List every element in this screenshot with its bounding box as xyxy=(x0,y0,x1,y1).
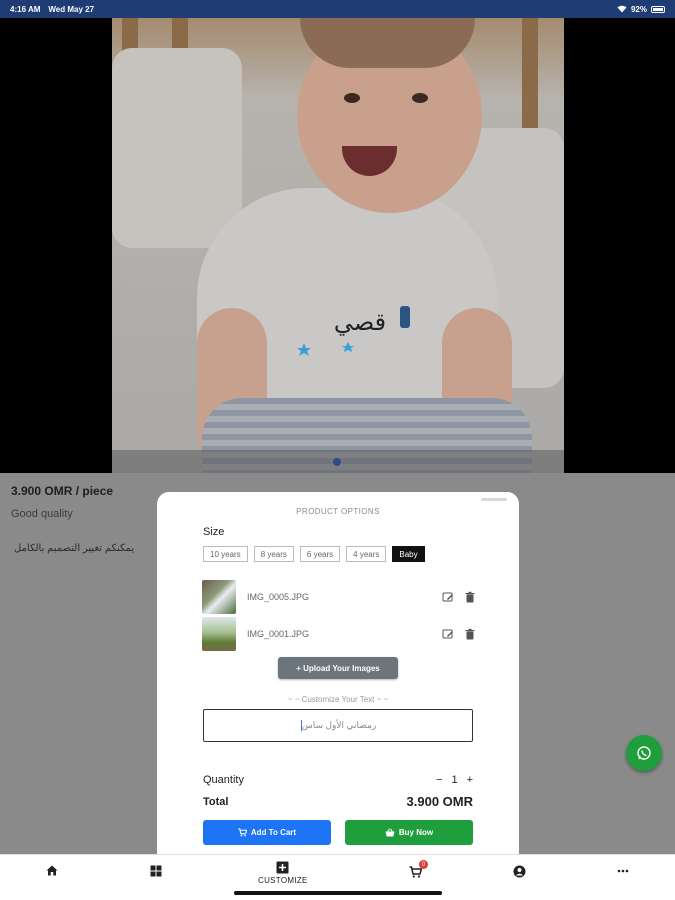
shirt-name-text: قصي xyxy=(334,308,386,336)
buy-now-button[interactable]: Buy Now xyxy=(345,820,473,845)
product-quality: Good quality xyxy=(11,508,73,520)
quantity-stepper: − 1 + xyxy=(436,774,473,786)
file-thumbnail xyxy=(202,580,236,614)
status-date: Wed May 27 xyxy=(48,4,95,14)
product-image-area: قصي xyxy=(0,18,675,473)
shirt-design-graphic: قصي xyxy=(297,298,410,356)
upload-images-button[interactable]: + Upload Your Images xyxy=(278,657,398,679)
size-option-10-years[interactable]: 10 years xyxy=(203,546,248,562)
quantity-value: 1 xyxy=(451,774,458,786)
nav-categories[interactable] xyxy=(150,865,162,877)
battery-percent: 92% xyxy=(630,4,647,14)
quantity-increase-button[interactable]: + xyxy=(467,774,473,786)
edit-image-icon[interactable] xyxy=(442,591,454,603)
basket-icon xyxy=(385,828,395,837)
buy-now-label: Buy Now xyxy=(398,828,434,837)
grid-icon xyxy=(150,865,162,877)
total-value: 3.900 OMR xyxy=(406,794,473,809)
nav-customize-label: CUSTOMIZE xyxy=(258,876,308,885)
nav-cart[interactable]: 0 xyxy=(409,860,428,883)
cart-icon xyxy=(238,828,247,837)
size-option-baby[interactable]: Baby xyxy=(392,546,425,562)
more-icon xyxy=(617,869,629,873)
file-thumbnail xyxy=(202,617,236,651)
status-right: 92% xyxy=(617,5,665,14)
whatsapp-button[interactable] xyxy=(626,735,662,771)
carousel-dot[interactable] xyxy=(333,458,341,466)
file-name: IMG_0001.JPG xyxy=(247,629,310,639)
whatsapp-icon xyxy=(637,746,651,760)
edit-image-icon[interactable] xyxy=(442,628,454,640)
nav-more[interactable] xyxy=(617,869,629,873)
file-actions xyxy=(442,591,476,603)
home-indicator xyxy=(234,891,442,895)
status-time: 4:16 AM xyxy=(10,4,41,14)
sheet-drag-handle[interactable] xyxy=(481,498,507,501)
product-price: 3.900 OMR / piece xyxy=(11,484,114,498)
nav-account[interactable] xyxy=(513,865,526,878)
add-to-cart-button[interactable]: Add To Cart xyxy=(203,820,331,845)
product-options-sheet: PRODUCT OPTIONS Size 10 years 8 years 6 … xyxy=(157,492,519,854)
sheet-title: PRODUCT OPTIONS xyxy=(296,507,380,516)
file-actions xyxy=(442,628,476,640)
trash-icon[interactable] xyxy=(464,628,476,640)
home-icon xyxy=(46,865,58,876)
size-options: 10 years 8 years 6 years 4 years Baby xyxy=(203,546,425,562)
trash-icon[interactable] xyxy=(464,591,476,603)
customize-icon xyxy=(276,861,289,874)
user-icon xyxy=(513,865,526,878)
customize-text-label: ~ ~ Customize Your Text ~ ~ xyxy=(287,695,389,704)
uploaded-file-row: IMG_0005.JPG xyxy=(202,580,476,614)
add-to-cart-label: Add To Cart xyxy=(250,828,297,837)
total-label: Total xyxy=(203,796,229,808)
quantity-label: Quantity xyxy=(203,774,244,786)
nav-home[interactable] xyxy=(46,865,58,876)
quantity-decrease-button[interactable]: − xyxy=(436,774,442,786)
size-label: Size xyxy=(203,526,225,538)
size-option-4-years[interactable]: 4 years xyxy=(346,546,387,562)
cart-badge: 0 xyxy=(419,860,428,869)
file-name: IMG_0005.JPG xyxy=(247,592,310,602)
battery-icon xyxy=(651,5,665,13)
uploaded-file-row: IMG_0001.JPG xyxy=(202,617,476,651)
product-photo[interactable]: قصي xyxy=(112,18,564,473)
size-option-8-years[interactable]: 8 years xyxy=(253,546,294,562)
nav-customize[interactable]: CUSTOMIZE xyxy=(258,861,308,885)
wifi-icon xyxy=(617,5,627,13)
custom-text-input[interactable]: رمضاني الأول ساس xyxy=(203,709,473,742)
product-note: يمكنكم تغيير التصميم بالكامل xyxy=(14,543,135,554)
text-caret xyxy=(300,720,302,731)
status-bar: 4:16 AM Wed May 27 92% xyxy=(0,0,675,18)
size-option-6-years[interactable]: 6 years xyxy=(299,546,341,562)
custom-text-value: رمضاني الأول ساس xyxy=(301,720,377,730)
